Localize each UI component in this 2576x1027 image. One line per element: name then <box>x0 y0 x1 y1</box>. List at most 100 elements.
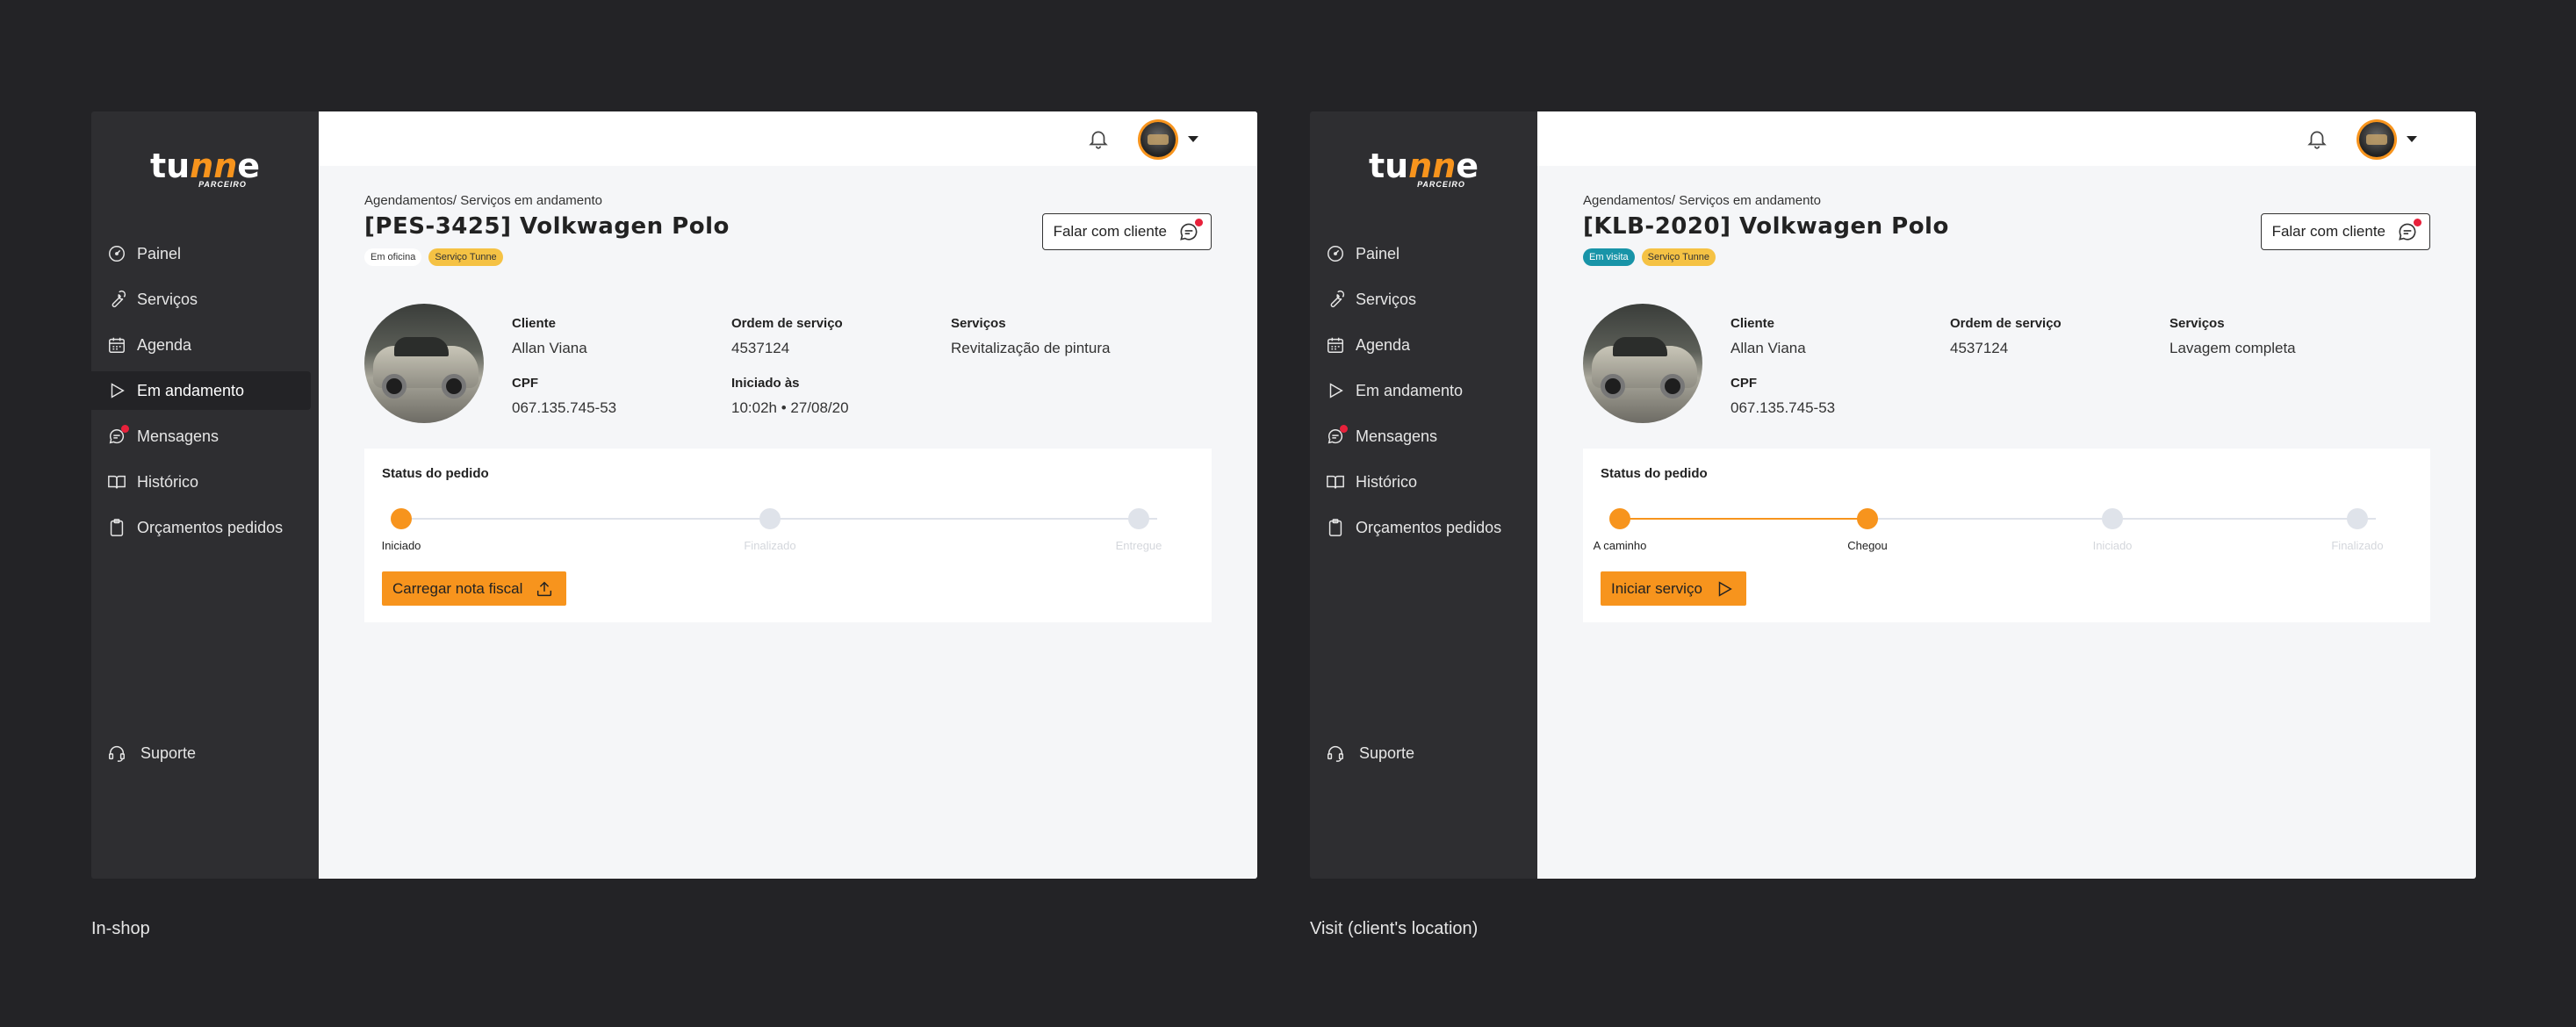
sidebar-item-servicos[interactable]: Serviços <box>1310 280 1537 319</box>
field-value: 10:02h • 27/08/20 <box>731 399 849 416</box>
chevron-down-icon[interactable] <box>2407 136 2417 142</box>
talk-to-client-button[interactable]: Falar com cliente <box>2260 213 2430 250</box>
sidebar-item-mensagens[interactable]: Mensagens <box>91 417 319 456</box>
sidebar-item-historico[interactable]: Histórico <box>91 463 319 501</box>
avatar[interactable] <box>2357 119 2397 160</box>
step-label: Finalizado <box>2331 539 2384 552</box>
field-value: Lavagem completa <box>2169 340 2296 356</box>
field-label: Iniciado às <box>731 376 800 391</box>
talk-to-client-label: Falar com cliente <box>2271 223 2385 240</box>
sidebar-item-label: Histórico <box>1356 472 1418 491</box>
sidebar-item-historico[interactable]: Histórico <box>1310 463 1537 501</box>
field-value: 067.135.745-53 <box>1731 399 1836 416</box>
sidebar-item-agenda[interactable]: Agenda <box>91 326 319 364</box>
step-finalizado[interactable] <box>2347 508 2368 529</box>
avatar[interactable] <box>1138 119 1178 160</box>
field-label: Serviços <box>2169 316 2225 331</box>
tunne-logo[interactable]: tunne PARCEIRO <box>1310 148 1537 189</box>
book-icon <box>1326 472 1345 492</box>
sidebar-item-orcamentos[interactable]: Orçamentos pedidos <box>1310 508 1537 547</box>
car-photo <box>1583 304 1702 423</box>
field-label: Serviços <box>951 316 1006 331</box>
sidebar-item-em-andamento[interactable]: Em andamento <box>1310 371 1537 410</box>
field-value: 067.135.745-53 <box>512 399 617 416</box>
sidebar-item-em-andamento[interactable]: Em andamento <box>91 371 311 410</box>
gauge-icon <box>1326 244 1345 263</box>
upload-invoice-label: Carregar nota fiscal <box>392 579 523 597</box>
field-label: Cliente <box>1731 316 1775 331</box>
talk-to-client-button[interactable]: Falar com cliente <box>1041 213 1212 250</box>
sidebar: tunne PARCEIRO Painel Serviços Agenda Em… <box>1310 111 1537 879</box>
step-iniciado[interactable] <box>391 508 412 529</box>
sidebar-item-label: Painel <box>1356 244 1400 262</box>
bell-icon[interactable] <box>1087 127 1110 150</box>
sidebar-item-label: Painel <box>137 244 182 262</box>
cpf-field: CPF 067.135.745-53 <box>512 376 616 417</box>
upload-invoice-button[interactable]: Carregar nota fiscal <box>382 571 567 606</box>
in-shop-screen: tunne PARCEIRO Painel Serviços Agenda Em… <box>91 111 1257 879</box>
step-label: A caminho <box>1593 539 1647 552</box>
chevron-down-icon[interactable] <box>1188 136 1198 142</box>
sidebar-item-agenda[interactable]: Agenda <box>1310 326 1537 364</box>
client-field: Cliente Allan Viana <box>1731 316 1806 357</box>
field-value: Allan Viana <box>512 340 587 356</box>
tunne-logo[interactable]: tunne PARCEIRO <box>91 148 319 189</box>
headset-icon <box>1326 743 1345 763</box>
sidebar-item-label: Histórico <box>137 472 199 491</box>
order-status-card: Status do pedido Iniciado Finalizado Ent… <box>364 449 1212 622</box>
progress-fill <box>1620 518 1867 520</box>
sidebar-item-servicos[interactable]: Serviços <box>91 280 319 319</box>
play-icon <box>1326 381 1345 400</box>
step-iniciado[interactable] <box>2102 508 2123 529</box>
sidebar-item-label: Mensagens <box>1356 427 1438 445</box>
play-icon <box>107 381 126 400</box>
caption-visit: Visit (client's location) <box>1310 919 1479 938</box>
field-label: CPF <box>512 376 538 391</box>
avatar-photo <box>1140 122 1176 157</box>
client-field: Cliente Allan Viana <box>512 316 587 357</box>
step-label: Chegou <box>1847 539 1888 552</box>
notification-badge <box>121 425 129 433</box>
tag-list: Em oficina Serviço Tunne <box>364 248 1212 266</box>
start-service-label: Iniciar serviço <box>1611 579 1702 597</box>
sidebar-nav: Painel Serviços Agenda Em andamento Mens… <box>1310 234 1537 554</box>
sidebar-item-label: Serviços <box>137 290 198 308</box>
start-service-button[interactable]: Iniciar serviço <box>1601 571 1746 606</box>
wrench-icon <box>107 290 126 309</box>
field-value: Allan Viana <box>1731 340 1806 356</box>
status-badge: Em oficina <box>364 248 422 266</box>
status-title: Status do pedido <box>1601 466 1708 481</box>
notification-badge <box>1195 219 1203 226</box>
service-badge: Serviço Tunne <box>428 248 503 266</box>
sidebar-item-label: Agenda <box>1356 335 1411 354</box>
field-label: CPF <box>1731 376 1757 391</box>
support-link[interactable]: Suporte <box>1326 743 1414 763</box>
breadcrumb[interactable]: Agendamentos/ Serviços em andamento <box>364 193 1212 208</box>
sidebar-item-painel[interactable]: Painel <box>1310 234 1537 273</box>
sidebar-item-painel[interactable]: Painel <box>91 234 319 273</box>
support-label: Suporte <box>140 743 197 762</box>
tag-list: Em visita Serviço Tunne <box>1583 248 2430 266</box>
step-a-caminho[interactable] <box>1609 508 1630 529</box>
chat-icon <box>1177 219 1203 243</box>
step-finalizado[interactable] <box>759 508 781 529</box>
sidebar-item-label: Em andamento <box>1356 381 1464 399</box>
sidebar-item-orcamentos[interactable]: Orçamentos pedidos <box>91 508 319 547</box>
step-label: Iniciado <box>2092 539 2133 552</box>
step-chegou[interactable] <box>1857 508 1878 529</box>
step-entregue[interactable] <box>1128 508 1149 529</box>
support-link[interactable]: Suporte <box>107 743 196 763</box>
calendar-icon <box>1326 335 1345 355</box>
chat-icon <box>107 425 129 446</box>
top-bar <box>319 111 1257 166</box>
sidebar-item-mensagens[interactable]: Mensagens <box>1310 417 1537 456</box>
headset-icon <box>107 743 126 763</box>
wrench-icon <box>1326 290 1345 309</box>
service-order-field: Ordem de serviço 4537124 <box>731 316 843 357</box>
talk-to-client-label: Falar com cliente <box>1053 223 1167 240</box>
bell-icon[interactable] <box>2306 127 2328 150</box>
breadcrumb[interactable]: Agendamentos/ Serviços em andamento <box>1583 193 2430 208</box>
field-label: Cliente <box>512 316 557 331</box>
chat-icon <box>1326 425 1348 446</box>
status-title: Status do pedido <box>382 466 489 481</box>
